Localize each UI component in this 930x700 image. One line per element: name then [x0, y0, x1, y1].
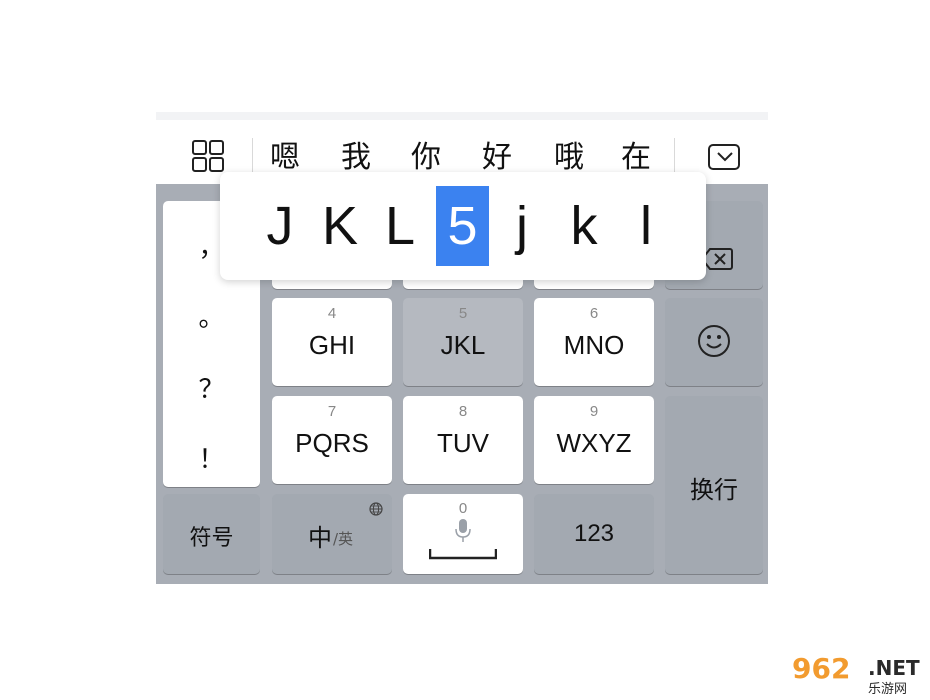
key-number: 4: [327, 305, 337, 322]
key-jkl[interactable]: 5 JKL: [403, 298, 523, 386]
key-label: MNO: [563, 330, 625, 360]
language-switch-key[interactable]: 中 /英: [272, 494, 392, 574]
exclamation-key[interactable]: ！: [163, 439, 260, 476]
key-label: TUV: [437, 428, 489, 458]
key-number: 7: [327, 403, 337, 420]
variant-L[interactable]: L: [380, 186, 420, 266]
emoji-key[interactable]: [665, 298, 763, 386]
emoji-icon: [698, 325, 730, 357]
watermark-net: .NET: [868, 656, 920, 680]
key-label: WXYZ: [556, 428, 632, 458]
enter-key-label: 换行: [690, 476, 738, 504]
key-label: JKL: [440, 330, 486, 360]
enter-key[interactable]: 换行: [665, 396, 763, 574]
grid-icon[interactable]: [192, 140, 226, 174]
lang-main-label: 中: [308, 524, 332, 552]
keyboard-collapse-icon[interactable]: [708, 144, 740, 170]
key-tuv[interactable]: 8 TUV: [403, 396, 523, 484]
variant-j[interactable]: j: [504, 186, 540, 266]
keyboard-top-divider: [156, 112, 768, 120]
period-key[interactable]: 。: [163, 297, 260, 334]
key-number: 9: [589, 403, 599, 420]
variant-J[interactable]: J: [260, 186, 300, 266]
space-key[interactable]: 0: [403, 494, 523, 574]
key-number: 0: [458, 500, 468, 517]
lang-sub-label: /英: [333, 530, 354, 548]
key-mno[interactable]: 6 MNO: [534, 298, 654, 386]
key-number: 5: [458, 305, 468, 322]
key-label: PQRS: [295, 428, 369, 458]
key-number: 8: [458, 403, 468, 420]
watermark-logo: 962 .NET 乐游网: [792, 652, 928, 698]
variant-l[interactable]: l: [626, 186, 666, 266]
key-variant-popup: J K L 5 j k l: [220, 172, 706, 280]
key-number: 6: [589, 305, 599, 322]
microphone-icon: [455, 519, 471, 542]
watermark-main: 962: [792, 652, 851, 685]
symbol-key[interactable]: 符号: [163, 494, 260, 574]
key-ghi[interactable]: 4 GHI: [272, 298, 392, 386]
key-wxyz[interactable]: 9 WXYZ: [534, 396, 654, 484]
space-bar-icon: [429, 549, 497, 560]
variant-5-selected[interactable]: 5: [436, 186, 489, 266]
variant-k[interactable]: k: [564, 186, 604, 266]
symbol-key-label: 符号: [189, 526, 234, 551]
key-pqrs[interactable]: 7 PQRS: [272, 396, 392, 484]
key-label: GHI: [308, 330, 356, 360]
globe-icon: [369, 502, 383, 516]
numbers-key[interactable]: 123: [534, 494, 654, 574]
watermark-sub: 乐游网: [868, 682, 908, 697]
question-key[interactable]: ？: [163, 369, 260, 406]
variant-K[interactable]: K: [318, 186, 362, 266]
numbers-key-label: 123: [573, 520, 615, 547]
